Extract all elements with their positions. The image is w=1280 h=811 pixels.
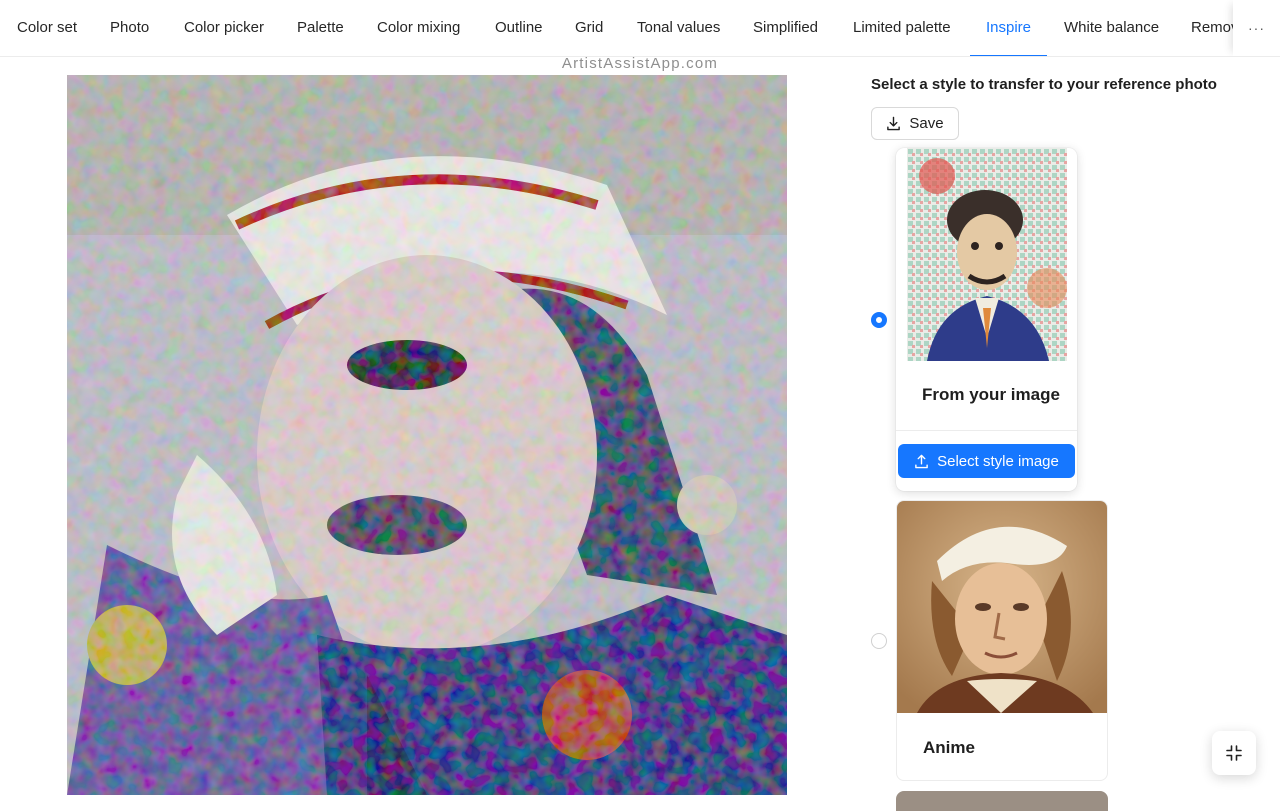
tab-outline[interactable]: Outline xyxy=(495,0,543,56)
save-button[interactable]: Save xyxy=(871,107,959,140)
exit-fullscreen-button[interactable] xyxy=(1212,731,1256,775)
tab-bar: Color set Photo Color picker Palette Col… xyxy=(0,0,1280,57)
tab-palette[interactable]: Palette xyxy=(297,0,344,56)
style-card-next[interactable] xyxy=(896,791,1108,811)
watermark: ArtistAssistApp.com xyxy=(561,55,719,72)
save-button-label: Save xyxy=(909,115,944,132)
tab-inspire[interactable]: Inspire xyxy=(969,0,1048,56)
tab-grid[interactable]: Grid xyxy=(575,0,603,56)
panel-title: Select a style to transfer to your refer… xyxy=(871,76,1217,93)
card-divider xyxy=(896,430,1077,431)
style-card-from-your-image[interactable]: From your image Select style image xyxy=(896,148,1077,491)
tab-color-set[interactable]: Color set xyxy=(17,0,77,56)
compress-icon xyxy=(1225,744,1243,762)
style-radio-from-your-image[interactable] xyxy=(871,312,887,328)
tab-white-balance[interactable]: White balance xyxy=(1064,0,1159,56)
tab-color-picker[interactable]: Color picker xyxy=(184,0,264,56)
styled-result-image xyxy=(67,75,787,795)
download-icon xyxy=(886,116,901,131)
select-style-image-label: Select style image xyxy=(937,452,1059,470)
tabs-more-button[interactable]: ··· xyxy=(1233,0,1280,56)
select-style-image-button[interactable]: Select style image xyxy=(898,444,1075,478)
style-radio-anime[interactable] xyxy=(871,633,887,649)
tab-tonal-values[interactable]: Tonal values xyxy=(637,0,720,56)
tab-limited-palette[interactable]: Limited palette xyxy=(853,0,951,56)
style-card-anime[interactable]: Anime xyxy=(896,500,1108,781)
tab-photo[interactable]: Photo xyxy=(110,0,149,56)
style-title-anime: Anime xyxy=(923,738,975,757)
tab-color-mixing[interactable]: Color mixing xyxy=(377,0,460,56)
style-thumbnail-anime xyxy=(897,501,1107,713)
style-title-from-your-image: From your image xyxy=(922,385,1060,404)
upload-icon xyxy=(914,454,929,469)
style-thumbnail-from-your-image xyxy=(907,148,1067,361)
tab-simplified[interactable]: Simplified xyxy=(753,0,818,56)
more-icon: ··· xyxy=(1248,20,1265,36)
